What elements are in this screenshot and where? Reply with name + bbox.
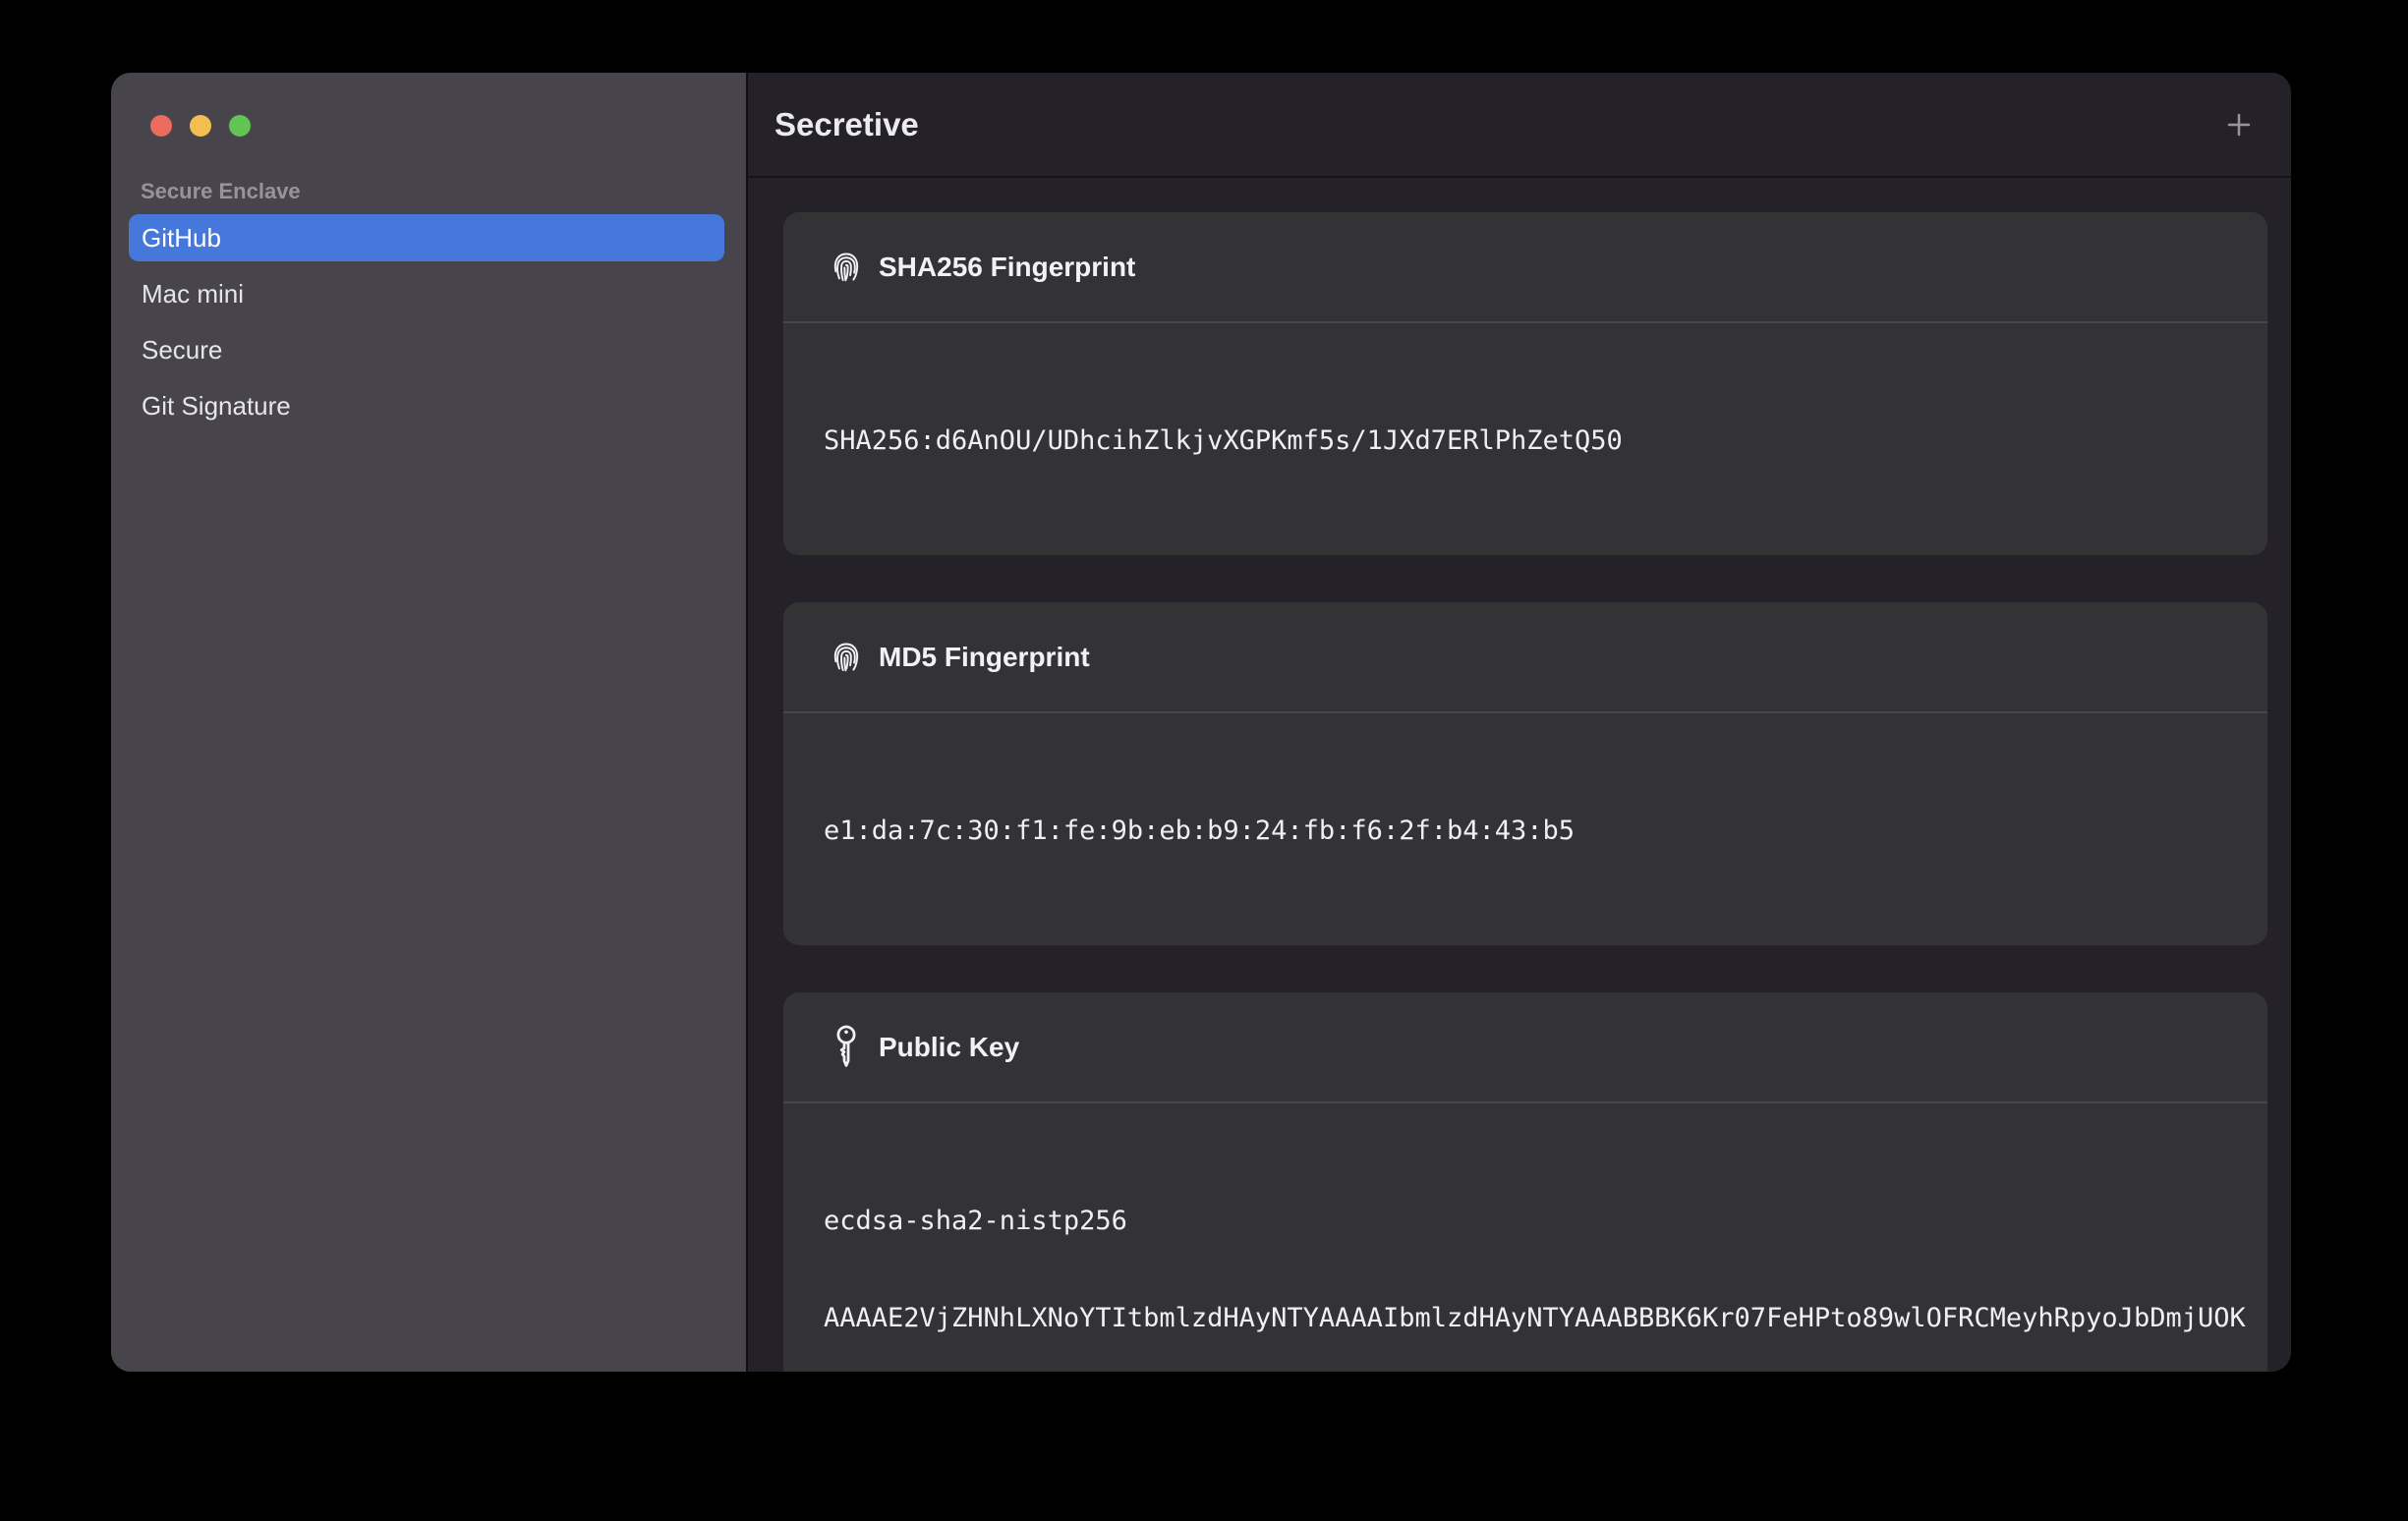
sidebar: Secure Enclave GitHub Mac mini Secure Gi… xyxy=(111,73,746,1372)
sidebar-item-github[interactable]: GitHub xyxy=(129,214,724,261)
sidebar-section-label: Secure Enclave xyxy=(141,179,746,204)
card-title: MD5 Fingerprint xyxy=(879,642,1090,673)
plus-icon xyxy=(2224,110,2254,140)
sha256-fingerprint-value: SHA256:d6AnOU/UDhcihZlkjvXGPKmf5s/1JXd7E… xyxy=(783,323,2267,555)
detail-cards: SHA256 Fingerprint SHA256:d6AnOU/UDhcihZ… xyxy=(748,178,2291,1372)
sidebar-item-label: GitHub xyxy=(142,223,221,254)
card-title: SHA256 Fingerprint xyxy=(879,252,1135,283)
sidebar-item-label: Mac mini xyxy=(142,279,244,310)
secretive-app-window: Secure Enclave GitHub Mac mini Secure Gi… xyxy=(111,73,2291,1372)
add-secret-button[interactable] xyxy=(2222,108,2256,141)
value-line: SHA256:d6AnOU/UDhcihZlkjvXGPKmf5s/1JXd7E… xyxy=(824,424,2244,457)
value-line: ecdsa-sha2-nistp256 xyxy=(824,1205,2244,1237)
sidebar-item-mac-mini[interactable]: Mac mini xyxy=(129,270,724,317)
card-md5-fingerprint: MD5 Fingerprint e1:da:7c:30:f1:fe:9b:eb:… xyxy=(783,602,2267,945)
public-key-value: ecdsa-sha2-nistp256 AAAAE2VjZHNhLXNoYTIt… xyxy=(783,1103,2267,1372)
card-header: MD5 Fingerprint xyxy=(783,602,2267,713)
card-header: Public Key xyxy=(783,992,2267,1103)
window-controls xyxy=(150,115,251,137)
sidebar-item-label: Git Signature xyxy=(142,391,291,422)
card-title: Public Key xyxy=(879,1032,1019,1063)
sidebar-item-git-signature[interactable]: Git Signature xyxy=(129,382,724,429)
title-bar: Secretive xyxy=(748,73,2291,178)
md5-fingerprint-value: e1:da:7c:30:f1:fe:9b:eb:b9:24:fb:f6:2f:b… xyxy=(783,713,2267,945)
fingerprint-icon xyxy=(827,634,866,681)
minimize-window-button[interactable] xyxy=(190,115,211,137)
fingerprint-icon xyxy=(827,244,866,291)
card-public-key: Public Key ecdsa-sha2-nistp256 AAAAE2VjZ… xyxy=(783,992,2267,1372)
card-sha256-fingerprint: SHA256 Fingerprint SHA256:d6AnOU/UDhcihZ… xyxy=(783,212,2267,555)
main-content: Secretive xyxy=(748,73,2291,1372)
sidebar-key-list: GitHub Mac mini Secure Git Signature xyxy=(129,214,724,429)
sidebar-item-secure[interactable]: Secure xyxy=(129,326,724,373)
desktop-background: Secure Enclave GitHub Mac mini Secure Gi… xyxy=(0,0,2408,1521)
sidebar-item-label: Secure xyxy=(142,335,222,366)
key-icon xyxy=(827,1024,866,1071)
value-line: e1:da:7c:30:f1:fe:9b:eb:b9:24:fb:f6:2f:b… xyxy=(824,815,2244,847)
card-header: SHA256 Fingerprint xyxy=(783,212,2267,323)
value-line: AAAAE2VjZHNhLXNoYTItbmlzdHAyNTYAAAAIbmlz… xyxy=(824,1302,2244,1334)
zoom-window-button[interactable] xyxy=(229,115,251,137)
page-title: Secretive xyxy=(774,106,919,143)
close-window-button[interactable] xyxy=(150,115,172,137)
